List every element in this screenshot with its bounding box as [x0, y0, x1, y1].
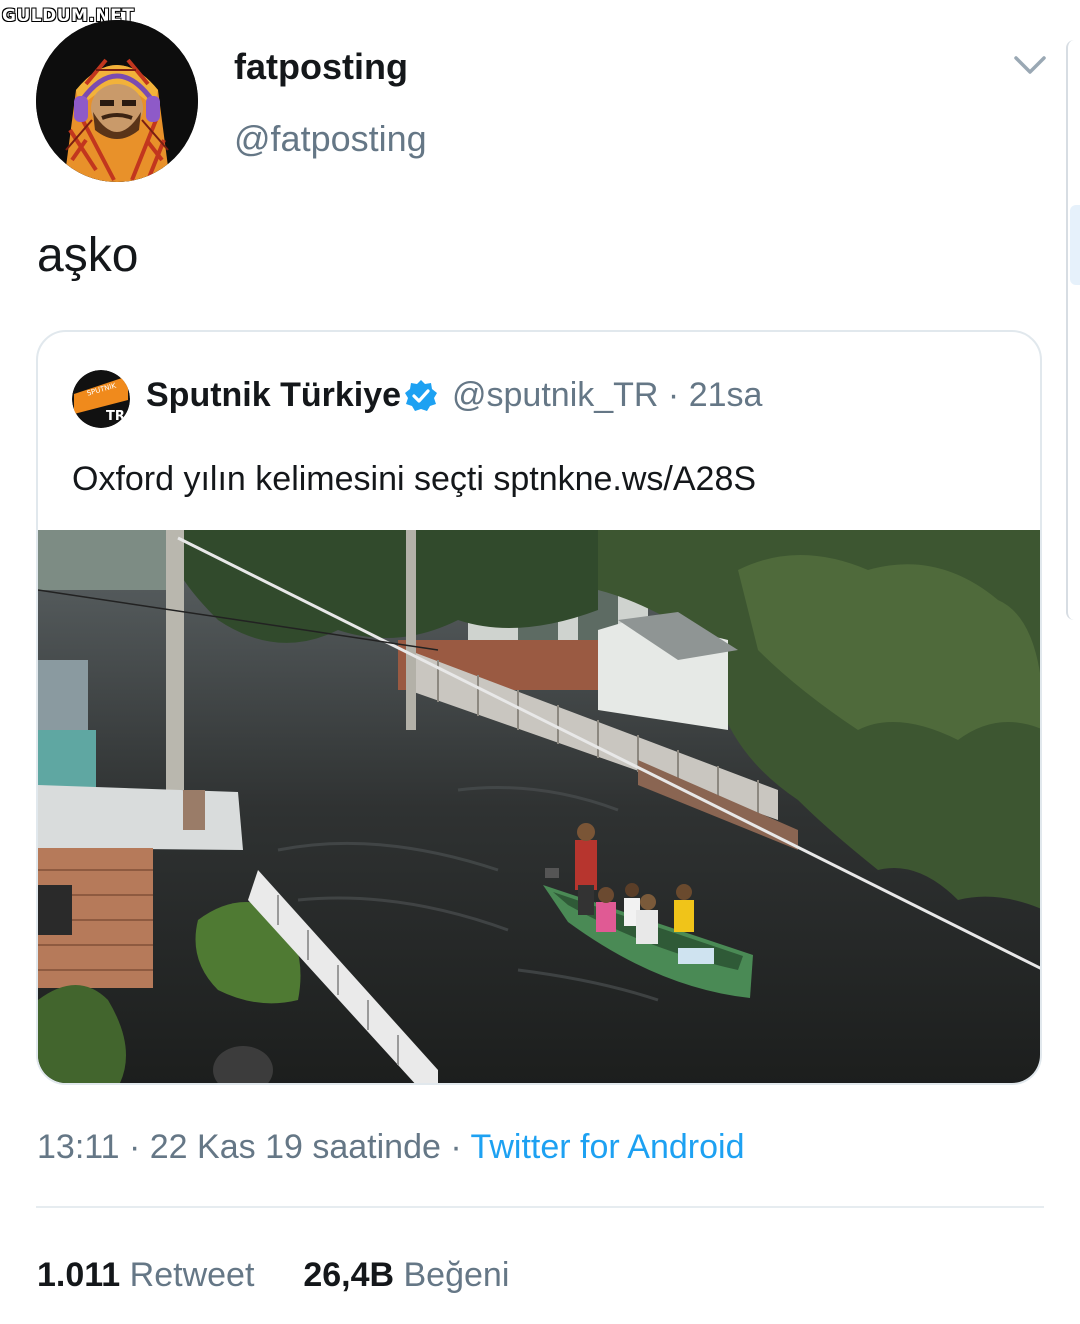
tweet-timestamp: 13:11 · 22 Kas 19 saatinde · Twitter for…	[37, 1128, 745, 1167]
divider	[36, 1206, 1044, 1208]
quoted-display-name[interactable]: Sputnik Türkiye	[146, 376, 401, 415]
retweet-count[interactable]: 1.011	[37, 1256, 120, 1294]
source-app-link[interactable]: Twitter for Android	[470, 1128, 744, 1166]
verified-badge-icon	[404, 379, 438, 413]
quoted-tweet-card[interactable]: SPUTNIK TR Sputnik Türkiye @sputnik_TR ·…	[36, 330, 1042, 1085]
quoted-tweet-text: Oxford yılın kelimesini seçti sptnkne.ws…	[72, 460, 757, 498]
author-display-name[interactable]: fatposting	[234, 46, 408, 88]
avatar-illustration	[36, 20, 198, 182]
quoted-handle-time[interactable]: @sputnik_TR · 21sa	[452, 376, 762, 415]
tweet-text: aşko	[37, 229, 139, 282]
scrollbar[interactable]	[1066, 40, 1080, 620]
scrollbar-thumb[interactable]	[1070, 205, 1080, 285]
like-label[interactable]: Beğeni	[404, 1256, 510, 1294]
author-handle[interactable]: @fatposting	[234, 118, 427, 160]
quoted-avatar[interactable]: SPUTNIK TR	[72, 370, 130, 428]
retweet-label[interactable]: Retweet	[130, 1256, 255, 1294]
timestamp-time: 13:11 · 22 Kas 19 saatinde ·	[37, 1128, 471, 1166]
quoted-photo[interactable]	[38, 530, 1042, 1085]
tweet-stats: 1.011 Retweet 26,4B Beğeni	[37, 1256, 509, 1295]
chevron-down-icon[interactable]	[1012, 50, 1048, 80]
quoted-avatar-badge: TR	[106, 409, 125, 424]
like-count[interactable]: 26,4B	[303, 1256, 394, 1294]
author-avatar[interactable]	[36, 20, 198, 182]
